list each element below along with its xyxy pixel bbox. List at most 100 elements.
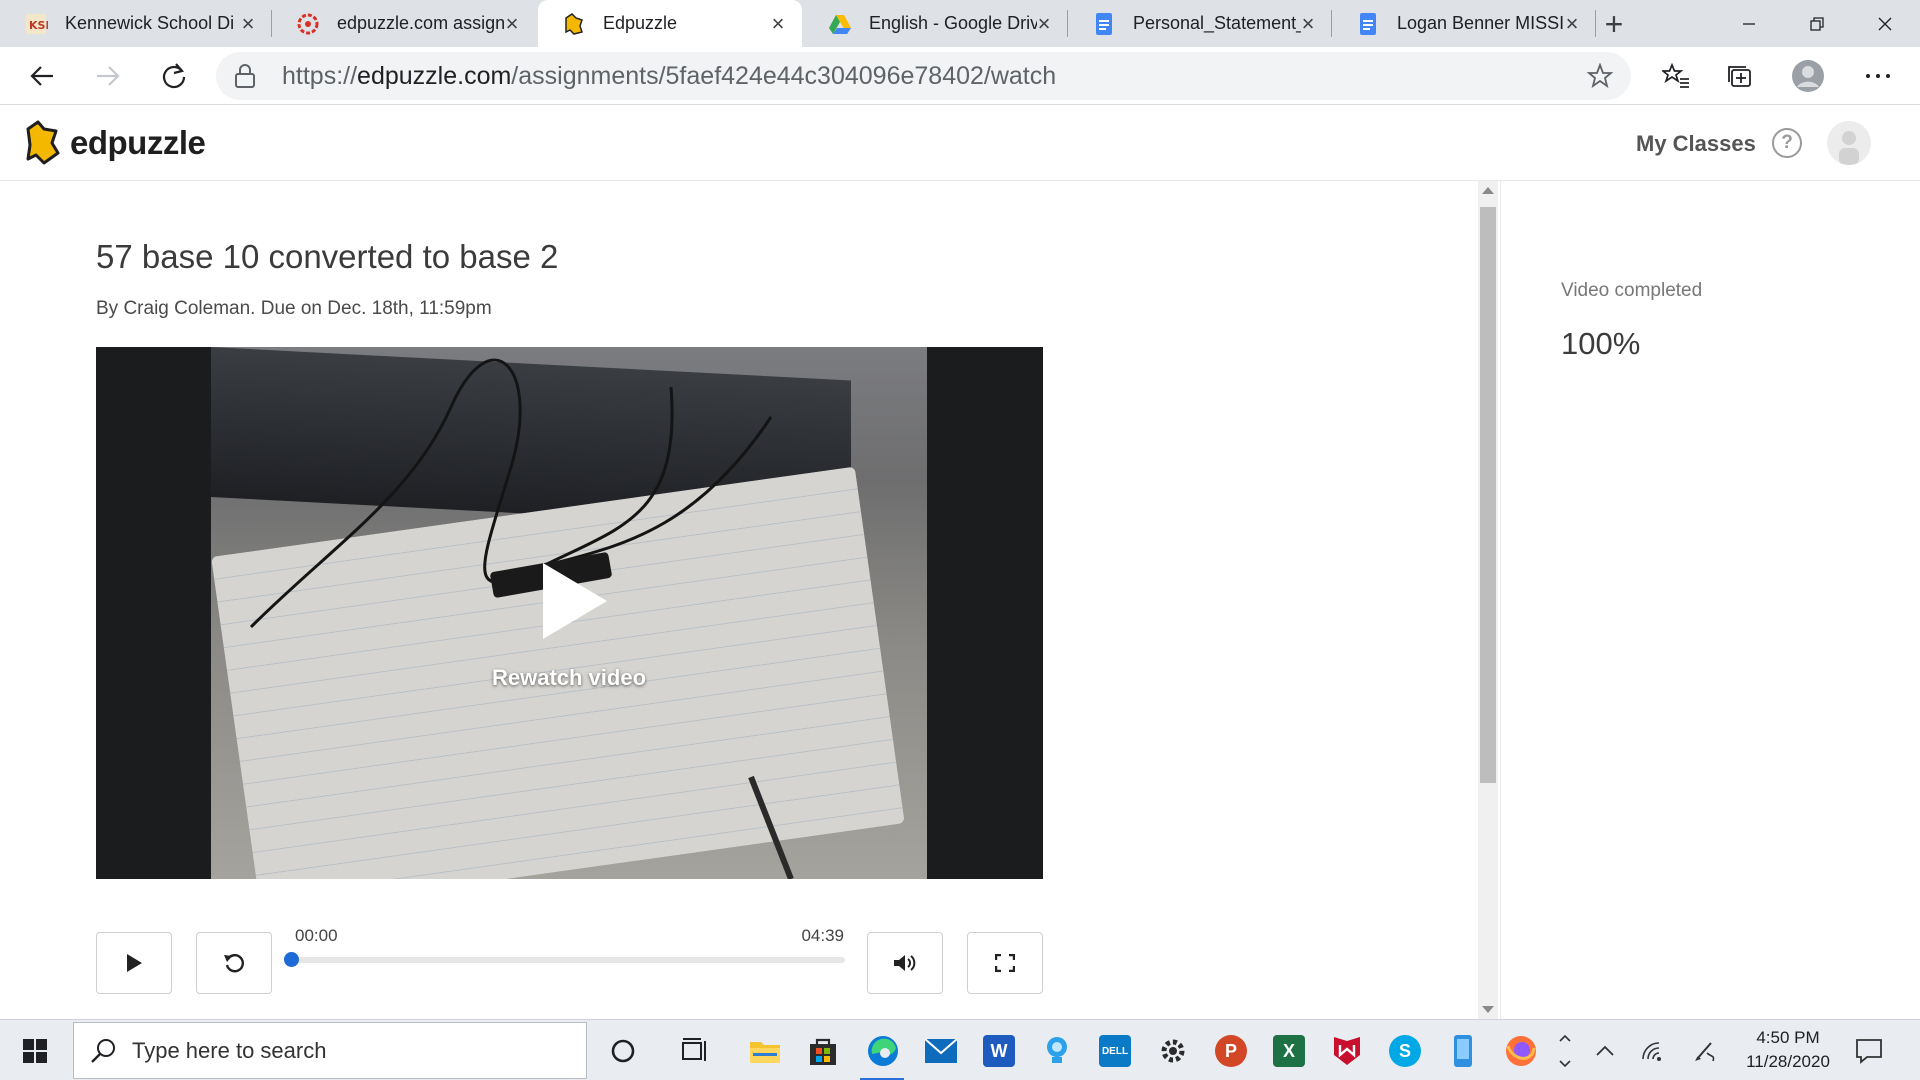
edpuzzle-logo-icon (26, 120, 60, 165)
dell-icon[interactable]: DELL (1092, 1028, 1138, 1074)
favorite-star-icon[interactable] (1586, 62, 1614, 94)
scroll-thumb[interactable] (1480, 207, 1496, 783)
play-button[interactable] (96, 932, 172, 994)
play-large-icon[interactable] (543, 563, 607, 639)
edpuzzle-header: edpuzzle My Classes ? (0, 105, 1920, 181)
ksd-logo-icon: KSD (24, 12, 48, 36)
logo-text: edpuzzle (70, 124, 206, 161)
show-hidden-icons-icon[interactable] (1588, 1034, 1622, 1068)
rewind-button[interactable] (196, 932, 272, 994)
progress-knob[interactable] (284, 952, 299, 967)
tab-title: Edpuzzle (603, 13, 678, 33)
word-icon[interactable]: W (976, 1028, 1022, 1074)
back-button[interactable] (22, 56, 62, 96)
windows-taskbar: Type here to search W DELL P X S 4:50 PM… (0, 1019, 1920, 1080)
cortana-icon[interactable] (600, 1028, 646, 1074)
close-icon[interactable]: × (1032, 11, 1056, 36)
more-menu-icon[interactable] (1858, 56, 1898, 96)
close-icon[interactable]: × (1296, 11, 1320, 36)
firefox-icon[interactable] (1498, 1028, 1544, 1074)
fullscreen-icon (995, 954, 1015, 972)
tab-kennewick[interactable]: KSD Kennewick School Di × (0, 0, 272, 47)
tab-title: Logan Benner MISSIC (1397, 13, 1565, 33)
edge-icon[interactable] (860, 1028, 906, 1074)
mcafee-icon[interactable] (1324, 1028, 1370, 1074)
task-view-icon[interactable] (672, 1028, 718, 1074)
play-icon (127, 954, 142, 972)
store-icon[interactable] (800, 1028, 846, 1074)
assignment-meta: By Craig Coleman. Due on Dec. 18th, 11:5… (96, 298, 492, 319)
scroll-down-arrow-icon[interactable] (1482, 1006, 1494, 1013)
volume-button[interactable] (867, 932, 943, 994)
settings-gear-icon[interactable] (1150, 1028, 1196, 1074)
google-docs-icon (1092, 12, 1116, 36)
tab-edpuzzle-assign[interactable]: edpuzzle.com assign × (272, 0, 536, 47)
tab-title: English - Google Driv (869, 13, 1037, 33)
red-gear-icon (296, 12, 320, 36)
close-icon[interactable]: × (1560, 11, 1584, 36)
windows-logo-icon (23, 1038, 47, 1063)
tab-title: Personal_Statement_ (1133, 13, 1301, 33)
tips-lightbulb-icon[interactable] (1034, 1028, 1080, 1074)
progress-track[interactable] (292, 957, 845, 963)
clock-time: 4:50 PM (1756, 1028, 1820, 1047)
video-completed-label: Video completed (1561, 280, 1703, 301)
skype-icon[interactable]: S (1382, 1028, 1428, 1074)
system-clock[interactable]: 4:50 PM 11/28/2020 (1728, 1026, 1848, 1074)
tab-separator (1595, 10, 1596, 37)
pen-workspace-icon[interactable] (1688, 1034, 1722, 1068)
tab-title: edpuzzle.com assign (337, 13, 505, 33)
svg-text:KSD: KSD (29, 19, 48, 32)
new-tab-button[interactable]: + (1598, 6, 1630, 42)
file-explorer-icon[interactable] (742, 1028, 788, 1074)
user-avatar[interactable] (1827, 121, 1871, 165)
browser-toolbar: https://edpuzzle.com/assignments/5faef42… (0, 47, 1920, 105)
excel-icon[interactable]: X (1266, 1028, 1312, 1074)
tab-edpuzzle-active[interactable]: Edpuzzle × (538, 0, 802, 47)
phone-app-icon[interactable] (1440, 1028, 1486, 1074)
browser-tab-strip: KSD Kennewick School Di × edpuzzle.com a… (0, 0, 1920, 47)
profile-avatar-icon[interactable] (1788, 56, 1828, 96)
tray-scroll-down-icon[interactable] (1548, 1050, 1582, 1078)
collections-icon[interactable] (1720, 56, 1760, 96)
notifications-icon[interactable] (1852, 1034, 1886, 1068)
favorites-list-icon[interactable] (1656, 56, 1696, 96)
tab-logan-benner[interactable]: Logan Benner MISSIC × (1332, 0, 1596, 47)
url-host: edpuzzle.com (357, 62, 512, 90)
start-button[interactable] (0, 1020, 70, 1080)
time-total: 04:39 (801, 926, 844, 945)
minimize-button[interactable] (1714, 0, 1784, 47)
rewatch-overlay[interactable]: Rewatch video (489, 563, 649, 691)
powerpoint-icon[interactable]: P (1208, 1028, 1254, 1074)
page-scrollbar[interactable] (1478, 181, 1498, 1019)
clock-date: 11/28/2020 (1746, 1052, 1830, 1071)
taskbar-search[interactable]: Type here to search (73, 1022, 587, 1079)
edpuzzle-logo[interactable]: edpuzzle (22, 119, 206, 167)
tray-scroll-up-icon[interactable] (1548, 1024, 1582, 1052)
google-docs-icon (1356, 12, 1380, 36)
video-player[interactable]: Rewatch video (96, 347, 1043, 879)
search-placeholder: Type here to search (132, 1038, 327, 1063)
refresh-button[interactable] (154, 56, 194, 96)
fullscreen-button[interactable] (967, 932, 1043, 994)
close-icon[interactable]: × (766, 11, 790, 36)
address-bar[interactable]: https://edpuzzle.com/assignments/5faef42… (216, 52, 1631, 100)
my-classes-link[interactable]: My Classes (1636, 131, 1756, 157)
volume-icon (894, 955, 916, 971)
restore-button[interactable] (1782, 0, 1852, 47)
close-window-button[interactable] (1850, 0, 1920, 47)
lock-icon (234, 64, 256, 93)
edpuzzle-icon (562, 12, 586, 36)
scroll-up-arrow-icon[interactable] (1482, 187, 1494, 194)
close-icon[interactable]: × (236, 11, 260, 36)
wifi-icon[interactable] (1636, 1034, 1670, 1068)
tab-personal-statement[interactable]: Personal_Statement_ × (1068, 0, 1332, 47)
forward-button[interactable] (88, 56, 128, 96)
rewatch-label[interactable]: Rewatch video (489, 665, 649, 691)
help-icon[interactable]: ? (1772, 128, 1802, 158)
assignment-title: 57 base 10 converted to base 2 (96, 238, 559, 275)
mail-icon[interactable] (918, 1028, 964, 1074)
tab-google-drive[interactable]: English - Google Driv × (804, 0, 1068, 47)
url-text: https://edpuzzle.com/assignments/5faef42… (282, 62, 1056, 91)
close-icon[interactable]: × (500, 11, 524, 36)
